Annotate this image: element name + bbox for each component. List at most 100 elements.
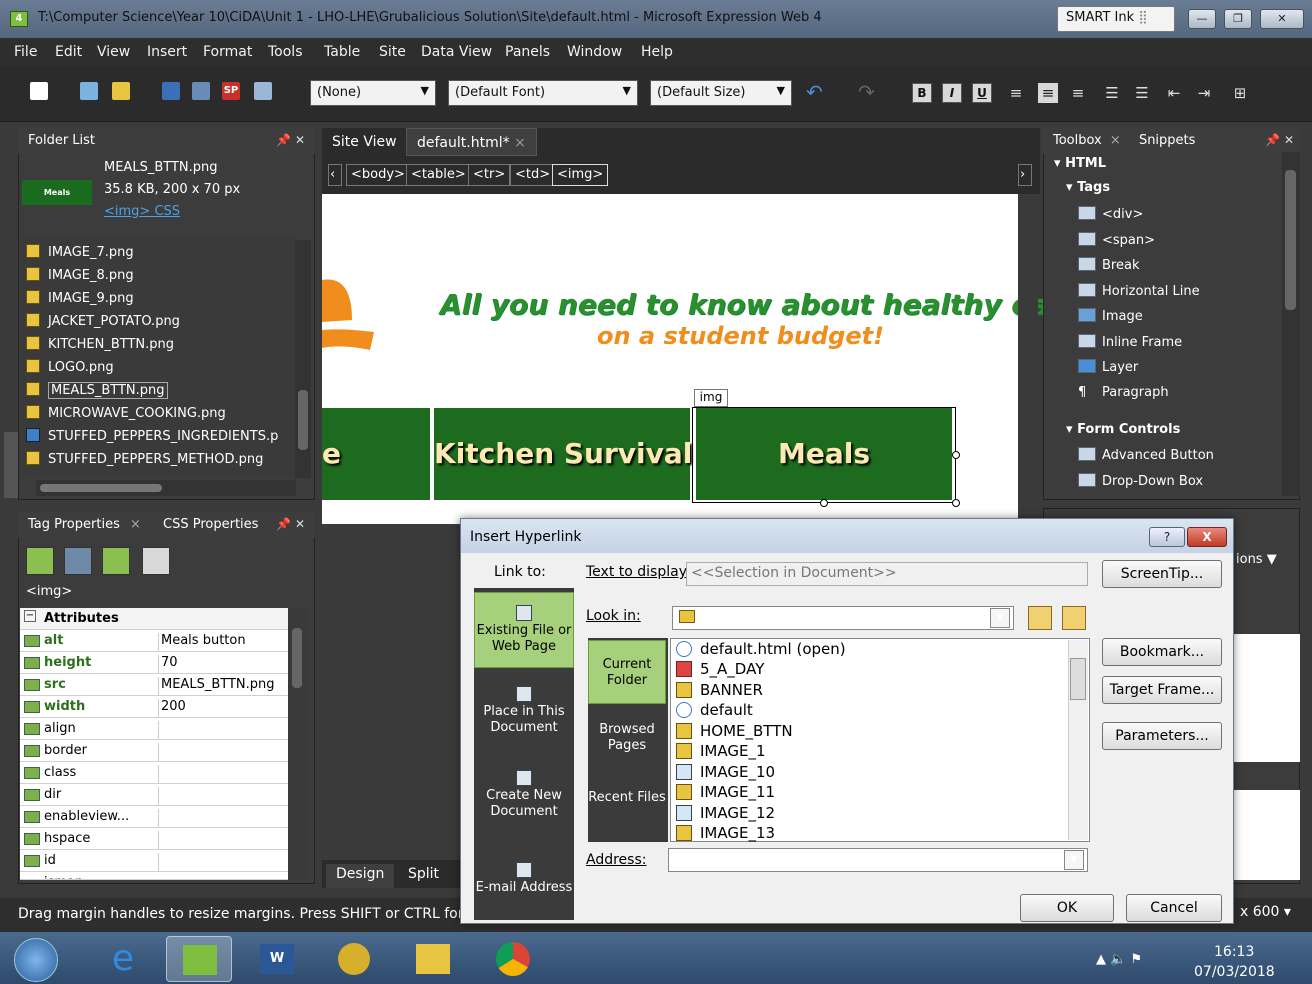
breadcrumb-tr[interactable]: <tr>: [468, 164, 511, 186]
attr-value[interactable]: [158, 809, 161, 827]
attr-value[interactable]: [158, 787, 161, 805]
collapse-icon[interactable]: −: [24, 610, 36, 622]
cancel-button[interactable]: Cancel: [1126, 894, 1222, 922]
close-icon[interactable]: ×: [130, 517, 141, 532]
new-site-icon[interactable]: [80, 82, 98, 100]
design-vscrollbar[interactable]: [1018, 194, 1038, 524]
expression-web-taskbar-icon[interactable]: [166, 936, 232, 982]
sharepoint-icon[interactable]: SP: [222, 82, 240, 100]
list-item[interactable]: IMAGE_7.png: [26, 244, 134, 266]
align-left-icon[interactable]: ≡: [1006, 83, 1026, 103]
form-controls-group[interactable]: ▾ Form Controls: [1066, 422, 1180, 437]
html-group[interactable]: ▾ HTML: [1054, 156, 1106, 171]
attr-value[interactable]: [158, 743, 161, 761]
breadcrumb-td[interactable]: <td>: [510, 164, 556, 186]
breadcrumb-body[interactable]: <body>: [346, 164, 410, 186]
decrease-indent-icon[interactable]: ⇤: [1164, 83, 1184, 103]
save-icon[interactable]: [162, 82, 180, 100]
menu-format[interactable]: Format: [203, 44, 252, 60]
table-row[interactable]: ismap: [20, 872, 288, 880]
menu-site[interactable]: Site: [379, 44, 406, 60]
link-existing-file[interactable]: Existing File or Web Page: [474, 592, 574, 668]
list-item[interactable]: JACKET_POTATO.png: [26, 313, 180, 335]
list-item[interactable]: IMAGE_11: [676, 783, 775, 803]
resize-handle[interactable]: [952, 499, 960, 507]
list-item[interactable]: default.html (open): [676, 640, 846, 660]
up-folder-icon[interactable]: [1028, 606, 1052, 630]
list-item[interactable]: IMAGE_9.png: [26, 290, 134, 312]
redo-icon[interactable]: ↷: [858, 80, 875, 104]
table-row[interactable]: align: [20, 718, 288, 740]
list-item[interactable]: IMAGE_1: [676, 742, 766, 762]
attr-value[interactable]: [158, 831, 161, 849]
table-row[interactable]: width 200: [20, 696, 288, 718]
tab-design[interactable]: Design: [326, 864, 395, 888]
toolbox-item-paragraph[interactable]: ¶ Paragraph: [1078, 385, 1169, 400]
clock-date[interactable]: 07/03/2018: [1194, 964, 1275, 980]
browse-folder-icon[interactable]: [1062, 606, 1086, 630]
tab-tag-properties[interactable]: Tag Properties: [28, 517, 120, 532]
numbering-icon[interactable]: ☰: [1102, 83, 1122, 103]
show-set-properties-icon[interactable]: [102, 547, 130, 575]
scrollbar-thumb[interactable]: [1285, 170, 1296, 310]
new-page-icon[interactable]: [30, 82, 48, 100]
open-icon[interactable]: [112, 82, 130, 100]
preview-icon[interactable]: [254, 82, 272, 100]
link-create-new-document[interactable]: Create New Document: [474, 770, 574, 830]
bold-button[interactable]: B: [912, 83, 932, 103]
align-center-icon[interactable]: ≡: [1038, 83, 1058, 103]
table-row[interactable]: dir: [20, 784, 288, 806]
breadcrumb-img[interactable]: <img>: [552, 164, 609, 186]
list-item[interactable]: IMAGE_8.png: [26, 267, 134, 289]
panel-collapse-handle[interactable]: [4, 432, 18, 498]
attr-value[interactable]: Meals button: [158, 633, 246, 651]
file-explorer-icon[interactable]: [400, 936, 466, 982]
internet-explorer-icon[interactable]: e: [90, 936, 156, 982]
pin-icon[interactable]: 📌 ✕: [1265, 133, 1294, 147]
table-row[interactable]: id: [20, 850, 288, 872]
undo-icon[interactable]: ↶: [806, 80, 823, 104]
resize-handle[interactable]: [952, 451, 960, 459]
attr-value[interactable]: MEALS_BTTN.png: [158, 677, 275, 695]
pin-icon[interactable]: 📌 ✕: [276, 517, 305, 531]
list-item[interactable]: IMAGE_13: [676, 824, 775, 844]
attr-value[interactable]: [158, 721, 161, 739]
menu-help[interactable]: Help: [641, 44, 673, 60]
word-icon[interactable]: W: [244, 936, 310, 982]
list-item[interactable]: IMAGE_12: [676, 804, 775, 824]
smart-notebook-icon[interactable]: [322, 936, 388, 982]
look-in-dropdown[interactable]: Site: [672, 606, 1014, 630]
pin-icon[interactable]: 📌 ✕: [276, 133, 305, 147]
help-button[interactable]: ?: [1149, 527, 1185, 547]
image-selection-box[interactable]: [692, 407, 956, 503]
attr-value[interactable]: 70: [158, 655, 178, 673]
bullets-icon[interactable]: ☰: [1132, 83, 1152, 103]
start-button[interactable]: [14, 938, 58, 982]
toolbox-item-span[interactable]: <span>: [1078, 232, 1155, 248]
breadcrumb-table[interactable]: <table>: [406, 164, 471, 186]
menu-panels[interactable]: Panels: [505, 44, 550, 60]
selected-file-links[interactable]: <img> CSS: [104, 204, 180, 219]
menu-file[interactable]: File: [14, 44, 37, 60]
tab-css-properties[interactable]: CSS Properties: [163, 517, 258, 532]
toolbox-item-drop-down-box[interactable]: Drop-Down Box: [1078, 473, 1203, 489]
tab-split[interactable]: Split: [398, 864, 449, 888]
minimize-button[interactable]: —: [1188, 9, 1216, 29]
save-all-icon[interactable]: [192, 82, 210, 100]
chevron-right-icon[interactable]: ›: [1018, 164, 1032, 186]
table-row[interactable]: border: [20, 740, 288, 762]
list-item[interactable]: default: [676, 701, 753, 721]
maximize-button[interactable]: ❐: [1224, 9, 1252, 29]
ok-button[interactable]: OK: [1020, 894, 1114, 922]
scrollbar-thumb[interactable]: [292, 628, 302, 688]
list-item[interactable]: MICROWAVE_COOKING.png: [26, 405, 226, 427]
toolbox-item-horizontal-line[interactable]: Horizontal Line: [1078, 283, 1200, 299]
tab-default-html[interactable]: default.html* ×: [406, 128, 537, 156]
link-email-address[interactable]: E-mail Address: [474, 862, 574, 902]
sort-icon[interactable]: [64, 547, 92, 575]
parameters-button[interactable]: Parameters...: [1102, 722, 1222, 750]
increase-indent-icon[interactable]: ⇥: [1194, 83, 1214, 103]
current-folder-option[interactable]: Current Folder: [588, 640, 666, 704]
menu-tools[interactable]: Tools: [268, 44, 303, 60]
attr-value[interactable]: 200: [158, 699, 186, 717]
